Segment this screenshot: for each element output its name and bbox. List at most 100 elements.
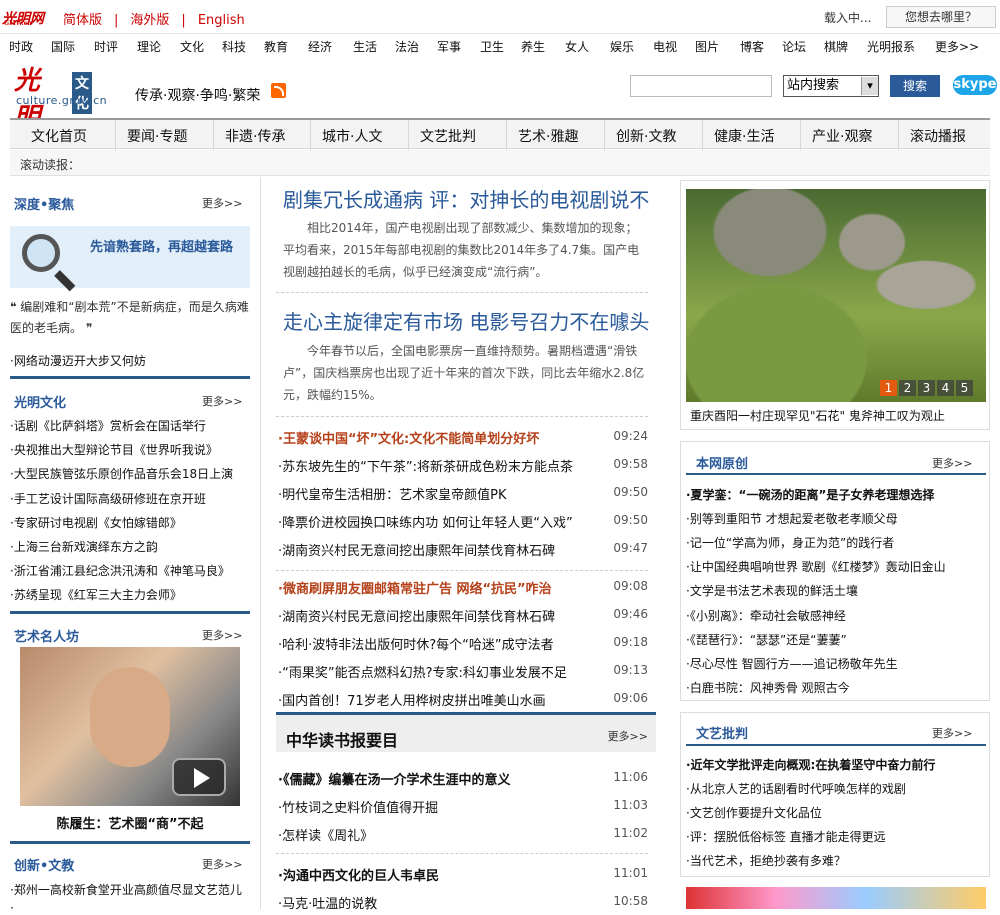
list-item[interactable]: ·《琵琶行》：“瑟瑟”还是“萋萋” bbox=[686, 631, 847, 648]
headline-2[interactable]: 走心主旋律定有市场 电影号召力不在噱头 bbox=[283, 306, 649, 335]
nav-tab[interactable]: 非遗·传承 bbox=[225, 126, 285, 146]
channel-link[interactable]: 博客 bbox=[740, 38, 764, 55]
channel-link[interactable]: 光明报系 bbox=[867, 38, 915, 55]
news-row[interactable]: ·微商刷屏朋友圈邮箱常驻广告 网络“抗民”咋治 09:08 bbox=[276, 576, 648, 598]
search-scope-select[interactable]: 站内搜索 bbox=[783, 75, 879, 97]
pager-dot[interactable]: 4 bbox=[937, 380, 954, 396]
news-row[interactable]: ·“雨果奖”能否点燃科幻热?专家:科幻事业发展不足 09:13 bbox=[276, 660, 648, 682]
more-link[interactable]: 更多>> bbox=[202, 627, 242, 643]
skype-icon[interactable]: skype bbox=[953, 75, 997, 95]
news-row[interactable]: ·国内首创！71岁老人用桦树皮拼出唯美山水画 09:06 bbox=[276, 688, 648, 710]
list-item[interactable]: ·尽心尽性 智圆行方——追记杨敬年先生 bbox=[686, 655, 898, 672]
channel-link[interactable]: 文化 bbox=[180, 38, 204, 55]
list-item[interactable]: ·近年文学批评走向概观:在执着坚守中奋力前行 bbox=[686, 756, 935, 773]
ad-banner[interactable] bbox=[686, 887, 986, 909]
nav-tab[interactable]: 要闻·专题 bbox=[127, 126, 187, 146]
more-link[interactable]: 更多>> bbox=[932, 725, 972, 741]
section-header-criticism[interactable]: 文艺批判 bbox=[696, 723, 748, 742]
list-item[interactable]: ·文学是书法艺术表现的鲜活土壤 bbox=[686, 582, 858, 599]
news-row[interactable]: ·马克·吐温的说教 10:58 bbox=[276, 891, 648, 913]
search-input[interactable] bbox=[630, 75, 772, 97]
where-to-go-button[interactable]: 您想去哪里？ bbox=[886, 6, 996, 28]
news-title[interactable]: ·降票价进校园换口味练内功 如何让年轻人更“入戏” bbox=[278, 512, 573, 531]
news-row[interactable]: ·竹枝词之史料价值值得开掘 11:03 bbox=[276, 795, 648, 817]
link-overseas[interactable]: 海外版 bbox=[130, 13, 169, 28]
news-title[interactable]: ·“雨果奖”能否点燃科幻热?专家:科幻事业发展不足 bbox=[278, 662, 567, 681]
list-item[interactable]: ·网络动漫迈开大步又何妨 bbox=[10, 352, 146, 369]
channel-link[interactable]: 军事 bbox=[437, 38, 461, 55]
nav-tab[interactable]: 文艺批判 bbox=[420, 126, 476, 146]
quote-text[interactable]: ❝ 编剧难和“剧本荒”不是新病症，而是久病难医的老毛病。 ❞ bbox=[10, 297, 250, 339]
news-title[interactable]: ·微商刷屏朋友圈邮箱常驻广告 网络“抗民”咋治 bbox=[278, 578, 552, 597]
news-title[interactable]: ·明代皇帝生活相册：艺术家皇帝颜值PK bbox=[278, 484, 507, 503]
list-item[interactable]: ·专家研讨电视剧《女怕嫁错郎》 bbox=[10, 514, 182, 531]
list-item[interactable]: ·郑州一高校新食堂开业高颜值尽显文艺范儿 bbox=[10, 881, 242, 898]
list-item[interactable]: ·手工艺设计国际高级研修班在京开班 bbox=[10, 490, 206, 507]
pager-dot[interactable]: 1 bbox=[880, 380, 897, 396]
news-row[interactable]: ·哈利·波特非法出版何时休?每个“哈迷”成守法者 09:18 bbox=[276, 632, 648, 654]
news-title[interactable]: ·王蒙谈中国“坏”文化:文化不能简单划分好坏 bbox=[278, 428, 539, 447]
news-row[interactable]: ·《儒藏》编纂在汤一介学术生涯中的意义 11:06 bbox=[276, 767, 648, 789]
channel-link[interactable]: 女人 bbox=[565, 38, 589, 55]
artist-photo[interactable] bbox=[20, 647, 240, 806]
news-title[interactable]: ·《儒藏》编纂在汤一介学术生涯中的意义 bbox=[278, 769, 510, 788]
channel-link[interactable]: 论坛 bbox=[782, 38, 806, 55]
channel-link[interactable]: 国际 bbox=[51, 38, 75, 55]
stone-flower-photo[interactable] bbox=[686, 189, 986, 402]
news-title[interactable]: ·马克·吐温的说教 bbox=[278, 893, 377, 912]
pager-dot[interactable]: 2 bbox=[899, 380, 916, 396]
nav-tab[interactable]: 产业·观察 bbox=[812, 126, 872, 146]
news-row[interactable]: ·怎样读《周礼》 11:02 bbox=[276, 823, 648, 845]
news-title[interactable]: ·沟通中西文化的巨人韦卓民 bbox=[278, 865, 439, 884]
photo-caption[interactable]: 重庆酉阳一村庄现罕见"石花" 鬼斧神工叹为观止 bbox=[690, 407, 945, 424]
news-row[interactable]: ·沟通中西文化的巨人韦卓民 11:01 bbox=[276, 863, 648, 885]
channel-link[interactable]: 棋牌 bbox=[824, 38, 848, 55]
channel-link[interactable]: 法治 bbox=[395, 38, 419, 55]
news-title[interactable]: ·湖南资兴村民无意间挖出康熙年间禁伐育林石碑 bbox=[278, 540, 555, 559]
channel-link[interactable]: 生活 bbox=[353, 38, 377, 55]
more-link[interactable]: 更多>> bbox=[932, 455, 972, 471]
nav-tab[interactable]: 文化首页 bbox=[31, 126, 87, 146]
news-title[interactable]: ·怎样读《周礼》 bbox=[278, 825, 373, 844]
news-title[interactable]: ·湖南资兴村民无意间挖出康熙年间禁伐育林石碑 bbox=[278, 606, 555, 625]
more-link[interactable]: 更多>> bbox=[202, 393, 242, 409]
pager-dot[interactable]: 5 bbox=[956, 380, 973, 396]
list-item[interactable]: ·《小别离》：牵动社会敏感神经 bbox=[686, 607, 846, 624]
news-row[interactable]: ·湖南资兴村民无意间挖出康熙年间禁伐育林石碑 09:46 bbox=[276, 604, 648, 626]
section-header-original[interactable]: 本网原创 bbox=[696, 453, 748, 472]
list-item[interactable]: ·浙江省浦江县纪念洪汛涛和《神笔马良》 bbox=[10, 562, 230, 579]
list-item[interactable]: ·别等到重阳节 才想起爱老敬老孝顺父母 bbox=[686, 510, 898, 527]
list-item[interactable]: ·话剧《比萨斜塔》赏析会在国话举行 bbox=[10, 417, 206, 434]
pager-dot[interactable]: 3 bbox=[918, 380, 935, 396]
nav-tab[interactable]: 健康·生活 bbox=[714, 126, 774, 146]
list-item[interactable]: ·评：摆脱低俗标签 直播才能走得更远 bbox=[686, 828, 886, 845]
play-icon[interactable] bbox=[172, 758, 226, 796]
more-link[interactable]: 更多>> bbox=[202, 856, 242, 872]
channel-link[interactable]: 图片 bbox=[695, 38, 719, 55]
news-title[interactable]: ·竹枝词之史料价值值得开掘 bbox=[278, 797, 438, 816]
more-link[interactable]: 更多>> bbox=[608, 728, 648, 744]
search-button[interactable]: 搜索 bbox=[890, 75, 940, 97]
channel-link[interactable]: 电视 bbox=[653, 38, 677, 55]
channel-link[interactable]: 更多>> bbox=[935, 38, 979, 55]
rss-icon[interactable] bbox=[271, 83, 286, 98]
list-item[interactable]: ·当代艺术，拒绝抄袭有多难？ bbox=[686, 852, 846, 869]
nav-tab[interactable]: 城市·人文 bbox=[322, 126, 382, 146]
feature-banner[interactable]: 先谙熟套路，再超越套路 bbox=[10, 226, 250, 288]
list-item[interactable]: ·大型民族管弦乐原创作品音乐会18日上演 bbox=[10, 465, 233, 482]
news-title[interactable]: ·苏东坡先生的“下午茶”:将新茶研成色粉末方能点茶 bbox=[278, 456, 573, 475]
list-item[interactable]: ·让中国经典唱响世界 歌剧《红楼梦》轰动旧金山 bbox=[686, 558, 946, 575]
photo-caption[interactable]: 陈履生：艺术圈“商”不起 bbox=[10, 813, 250, 832]
channel-link[interactable]: 时评 bbox=[94, 38, 118, 55]
gmw-logo[interactable]: 光明网 GMW.cn bbox=[2, 8, 44, 28]
news-row[interactable]: ·苏东坡先生的“下午茶”:将新茶研成色粉末方能点茶 09:58 bbox=[276, 454, 648, 476]
news-row[interactable]: ·湖南资兴村民无意间挖出康熙年间禁伐育林石碑 09:47 bbox=[276, 538, 648, 560]
channel-link[interactable]: 卫生 bbox=[480, 38, 504, 55]
channel-link[interactable]: 科技 bbox=[222, 38, 246, 55]
nav-tab[interactable]: 艺术·雅趣 bbox=[518, 126, 578, 146]
channel-link[interactable]: 经济 bbox=[308, 38, 332, 55]
link-english[interactable]: English bbox=[198, 13, 245, 28]
channel-link[interactable]: 教育 bbox=[264, 38, 288, 55]
nav-tab[interactable]: 滚动播报 bbox=[910, 126, 966, 146]
list-item[interactable]: ·记一位“学高为师，身正为范”的践行者 bbox=[686, 534, 894, 551]
